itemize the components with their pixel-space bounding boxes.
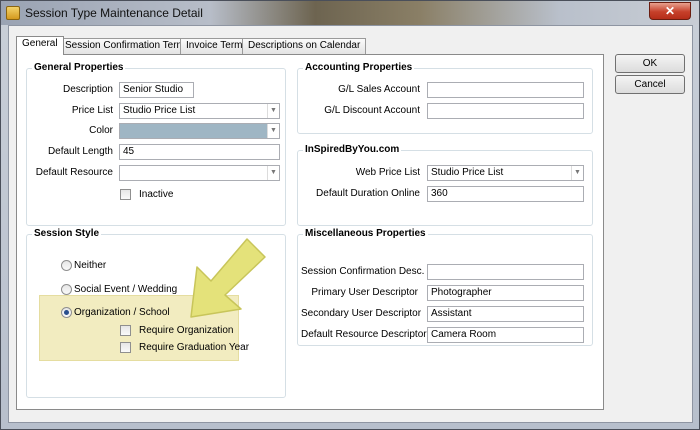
web-price-list-select[interactable]: Studio Price List ▼ — [427, 165, 584, 181]
default-length-field[interactable]: 45 — [119, 144, 280, 160]
close-button[interactable]: ✕ — [649, 2, 691, 20]
gl-sales-field[interactable] — [427, 82, 584, 98]
price-list-value: Studio Price List — [123, 105, 196, 116]
tab-general[interactable]: General — [16, 36, 64, 55]
tab-session-confirmation-terms[interactable]: Session Confirmation Terms — [59, 38, 196, 54]
organization-school-radio[interactable] — [61, 307, 72, 318]
dialog-client-area: General Session Confirmation Terms Invoi… — [8, 25, 693, 423]
color-select[interactable]: ▼ — [119, 123, 280, 139]
price-list-select[interactable]: Studio Price List ▼ — [119, 103, 280, 119]
group-title: InSpiredByYou.com — [303, 144, 402, 155]
social-event-radio[interactable] — [61, 284, 72, 295]
color-label: Color — [89, 125, 113, 136]
default-resource-label: Default Resource — [35, 167, 113, 178]
session-confirmation-desc-field[interactable] — [427, 264, 584, 280]
default-resource-descriptor-field[interactable]: Camera Room — [427, 327, 584, 343]
social-event-label: Social Event / Wedding — [74, 284, 178, 295]
chevron-down-icon[interactable]: ▼ — [267, 124, 279, 138]
default-duration-online-label: Default Duration Online — [316, 188, 420, 199]
require-organization-checkbox[interactable] — [120, 325, 131, 336]
secondary-user-descriptor-field[interactable]: Assistant — [427, 306, 584, 322]
window-title: Session Type Maintenance Detail — [25, 6, 203, 20]
primary-user-descriptor-field[interactable]: Photographer — [427, 285, 584, 301]
chevron-down-icon[interactable]: ▼ — [267, 166, 279, 180]
dialog-window: Session Type Maintenance Detail ✕ Genera… — [0, 0, 700, 430]
web-price-list-value: Studio Price List — [431, 167, 504, 178]
tab-descriptions-on-calendar[interactable]: Descriptions on Calendar — [242, 38, 367, 54]
primary-user-descriptor-label: Primary User Descriptor — [311, 287, 418, 298]
require-graduation-year-label: Require Graduation Year — [139, 342, 250, 353]
web-price-list-label: Web Price List — [355, 167, 420, 178]
neither-radio[interactable] — [61, 260, 72, 271]
description-field[interactable]: Senior Studio — [119, 82, 194, 98]
require-graduation-year-checkbox[interactable] — [120, 342, 131, 353]
chevron-down-icon[interactable]: ▼ — [267, 104, 279, 118]
require-organization-label: Require Organization — [139, 325, 234, 336]
group-title: Accounting Properties — [303, 62, 415, 73]
gl-sales-label: G/L Sales Account — [338, 84, 420, 95]
neither-label: Neither — [74, 260, 107, 271]
chevron-down-icon[interactable]: ▼ — [571, 166, 583, 180]
group-title: Miscellaneous Properties — [303, 228, 428, 239]
app-icon — [6, 6, 20, 20]
organization-school-label: Organization / School — [74, 307, 170, 318]
annotation-arrow-icon — [190, 238, 266, 318]
default-duration-online-field[interactable]: 360 — [427, 186, 584, 202]
title-bar[interactable]: Session Type Maintenance Detail ✕ — [1, 1, 699, 25]
gl-discount-field[interactable] — [427, 103, 584, 119]
group-title: General Properties — [32, 62, 126, 73]
ok-button[interactable]: OK — [615, 54, 685, 73]
general-tab-panel: General Properties Description Senior St… — [16, 54, 604, 410]
cancel-button[interactable]: Cancel — [615, 75, 685, 94]
secondary-user-descriptor-label: Secondary User Descriptor — [301, 308, 422, 319]
inactive-label: Inactive — [139, 189, 174, 200]
group-title: Session Style — [32, 228, 102, 239]
session-confirmation-desc-label: Session Confirmation Desc. — [301, 266, 425, 277]
default-resource-descriptor-label: Default Resource Descriptor — [301, 329, 427, 340]
inactive-checkbox[interactable] — [120, 189, 131, 200]
default-length-label: Default Length — [47, 146, 113, 157]
default-resource-select[interactable]: ▼ — [119, 165, 280, 181]
gl-discount-label: G/L Discount Account — [324, 105, 420, 116]
accounting-properties-group: Accounting Properties — [297, 62, 593, 134]
price-list-label: Price List — [71, 105, 113, 116]
description-label: Description — [62, 84, 113, 95]
